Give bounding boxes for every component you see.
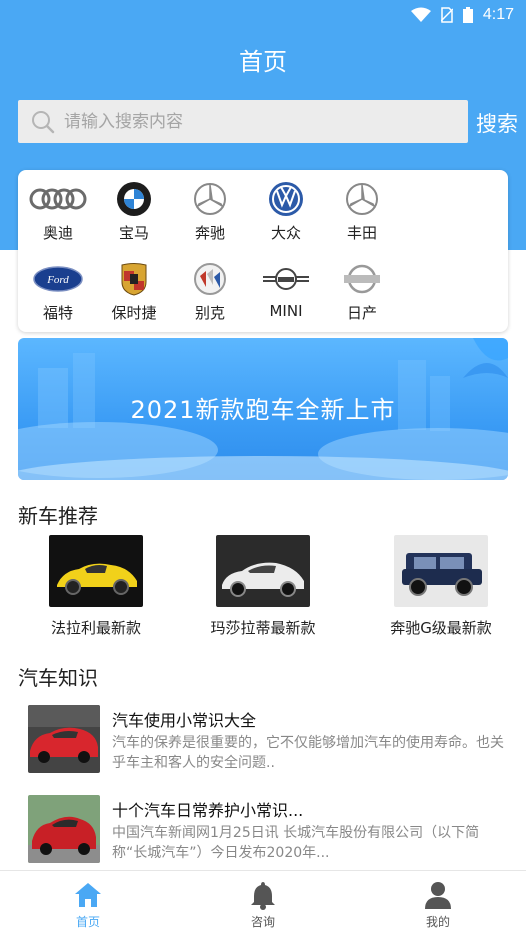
promo-banner[interactable]: 2021新款跑车全新上市 <box>18 338 508 480</box>
brand-item-ford[interactable]: Ford 福特 <box>20 260 96 323</box>
brand-name: 别克 <box>194 304 225 322</box>
article-item[interactable]: 汽车使用小常识大全 汽车的保养是很重要的，它不仅能够增加汽车的使用寿命。也关乎车… <box>28 705 508 775</box>
nissan-logo <box>332 260 392 298</box>
brand-item-audi[interactable]: 奥迪 <box>20 180 96 243</box>
bell-icon <box>251 882 275 910</box>
search-box[interactable] <box>18 100 468 143</box>
svg-text:Ford: Ford <box>46 274 69 286</box>
brand-item-toyota[interactable]: 丰田 <box>324 180 400 243</box>
porsche-logo <box>104 260 164 298</box>
car-photo <box>394 535 488 607</box>
brand-card: 奥迪 宝马 奔驰 大众 丰田 Ford 福特 保时捷 别克 MINI 日产 <box>18 170 508 332</box>
article-item[interactable]: 十个汽车日常养护小常识... 中国汽车新闻网1月25日讯 长城汽车股份有限公司（… <box>28 795 508 865</box>
brand-item-mercedes[interactable]: 奔驰 <box>172 180 248 243</box>
car-name: 奔驰G级最新款 <box>390 619 492 637</box>
brand-name: 奔驰 <box>194 224 225 242</box>
car-item-maserati[interactable]: 玛莎拉蒂最新款 <box>203 535 323 638</box>
brand-item-mini[interactable]: MINI <box>248 260 324 320</box>
car-item-ferrari[interactable]: 法拉利最新款 <box>36 535 156 638</box>
mercedes-logo <box>180 180 240 218</box>
brand-name: 保时捷 <box>111 304 157 322</box>
brand-name: 日产 <box>346 304 377 322</box>
buick-logo <box>180 260 240 298</box>
status-time: 4:17 <box>482 6 514 23</box>
tab-consult[interactable]: 咨询 <box>223 879 303 930</box>
brand-item-porsche[interactable]: 保时捷 <box>96 260 172 323</box>
article-desc: 中国汽车新闻网1月25日讯 长城汽车股份有限公司（以下简称“长城汽车”）今日发布… <box>112 825 480 861</box>
search-input[interactable] <box>64 111 444 132</box>
bmw-logo <box>104 180 164 218</box>
tab-label: 咨询 <box>250 915 275 929</box>
brand-name: 大众 <box>270 224 301 242</box>
home-icon <box>75 883 101 907</box>
brand-name: 奥迪 <box>42 224 73 242</box>
tab-mine[interactable]: 我的 <box>398 879 478 930</box>
car-name: 玛莎拉蒂最新款 <box>210 619 316 637</box>
brand-item-nissan[interactable]: 日产 <box>324 260 400 323</box>
brand-name: MINI <box>269 302 303 320</box>
audi-logo <box>28 180 88 218</box>
car-item-mercedes-g[interactable]: 奔驰G级最新款 <box>376 535 506 638</box>
article-desc: 汽车的保养是很重要的，它不仅能够增加汽车的使用寿命。也关乎车主和客人的安全问题.… <box>112 735 504 771</box>
battery-icon <box>462 7 473 23</box>
volkswagen-logo <box>256 180 316 218</box>
mercedes-logo <box>332 180 392 218</box>
user-icon <box>425 882 451 909</box>
brand-item-buick[interactable]: 别克 <box>172 260 248 323</box>
wifi-icon <box>410 7 431 22</box>
new-cars-title: 新车推荐 <box>18 504 98 528</box>
tab-label: 首页 <box>75 915 100 929</box>
brand-name: 福特 <box>42 304 73 322</box>
car-photo <box>216 535 310 607</box>
search-button[interactable]: 搜索 <box>476 108 518 138</box>
brand-name: 宝马 <box>118 224 149 242</box>
ford-logo: Ford <box>28 260 88 298</box>
page-title: 首页 <box>239 48 287 76</box>
tab-label: 我的 <box>425 915 450 929</box>
car-photo <box>49 535 143 607</box>
brand-item-bmw[interactable]: 宝马 <box>96 180 172 243</box>
banner-text: 2021新款跑车全新上市 <box>130 396 396 424</box>
article-title: 汽车使用小常识大全 <box>112 711 257 730</box>
no-sim-icon <box>440 7 453 23</box>
car-name: 法拉利最新款 <box>50 619 141 637</box>
article-thumbnail <box>28 795 100 863</box>
article-thumbnail <box>28 705 100 773</box>
knowledge-title: 汽车知识 <box>18 666 98 690</box>
bottom-tab-bar: 首页 咨询 我的 <box>0 870 526 936</box>
article-title: 十个汽车日常养护小常识... <box>112 801 304 820</box>
mini-logo <box>256 260 316 298</box>
brand-item-volkswagen[interactable]: 大众 <box>248 180 324 243</box>
brand-name: 丰田 <box>346 224 377 242</box>
tab-home[interactable]: 首页 <box>48 879 128 930</box>
status-bar: 4:17 <box>0 0 526 30</box>
search-icon <box>32 110 55 133</box>
